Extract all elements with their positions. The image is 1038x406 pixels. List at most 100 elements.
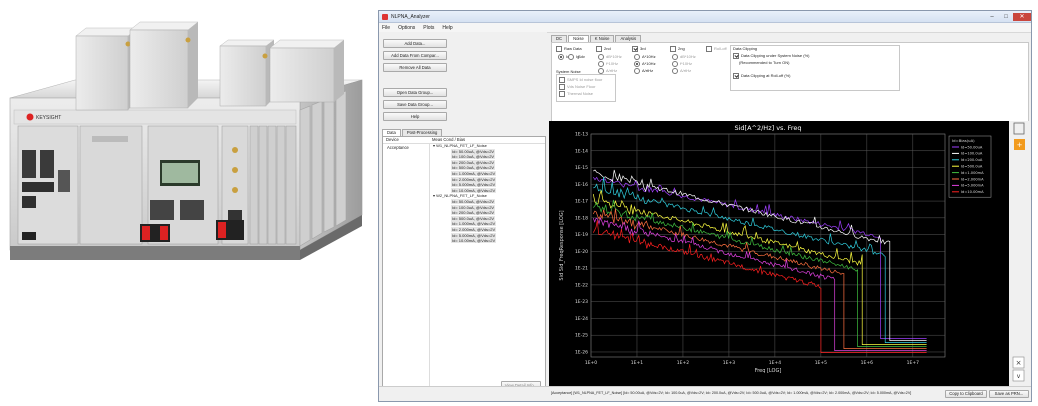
y-tick-label: 1E-26 [575,349,588,355]
option-label: A*10Hz [642,54,656,60]
legend-title: Id=Bias(uA) [952,138,975,143]
y-tick-label: 1E-24 [575,316,588,322]
radio-icon [634,54,640,60]
plot-sidebar: + × v [1009,121,1031,387]
y-tick-label: 1E-20 [575,249,588,255]
tab-post-processing[interactable]: Post-Processing [401,129,443,136]
add-data-from-compar-button[interactable]: Add Data From Compar... [383,51,447,60]
rolloff-checkbox[interactable]: Roll-off [706,46,727,52]
item-label: Id= 500.0uA, @Vds=2V [451,165,496,171]
harmonic-2ng-option-1[interactable]: dB*10Hz [672,54,696,60]
y-tick-label: 1E-21 [575,266,588,272]
chart-title: Sid[A^2/Hz] vs. Freq [735,124,802,132]
harmonic-2nd-checkbox[interactable]: 2nd [596,46,611,52]
harmonic-2nd-option-2[interactable]: f*10Hz [598,61,618,67]
harmonic-3rd-option-2[interactable]: A*10Hz [634,61,656,67]
radio-icon [568,54,574,60]
harmonic-3rd-option-3[interactable]: A/rtHz [634,68,653,74]
item-label: Id= 100.0uA, @Vds=2V [451,204,496,210]
item-label: Id= 2.000mA, @Vds=2V [451,226,497,232]
menu-file[interactable]: File [382,25,390,31]
tab-data[interactable]: Data [382,129,401,136]
minimize-icon[interactable]: – [985,13,999,21]
harmonic-3rd-checkbox[interactable]: 3rd [632,46,646,52]
legend-entry: Id=200.0uA [961,158,983,162]
remove-all-data-button[interactable]: Remove All Data [383,63,447,72]
series-line [593,177,927,343]
copy-plot-icon[interactable] [1013,122,1025,135]
clip-system-noise-checkbox[interactable]: Data Clipping under System Noise (%) [733,53,809,59]
thermal-noise-checkbox[interactable]: Thermal Noise [559,91,593,97]
tree-item[interactable]: Id= 10.00mA, @Vds=2V [433,238,541,244]
plot-area: Sid[A^2/Hz] vs. Freq 1E+0 1E+1 1E+2 1E+3 1E+4… [549,121,1009,387]
raw-data-checkbox[interactable]: Raw Data [556,46,582,52]
harmonic-2nd-option-1[interactable]: dB*10Hz [598,54,622,60]
option-label: dB*10Hz [680,54,696,60]
menu-plots[interactable]: Plots [423,25,434,31]
right-panel: DC Noise K Noise Analysis Raw Data Id Ig… [549,32,1031,387]
harmonic-2ng-option-2[interactable]: f*10Hz [672,61,692,67]
item-label: Id= 2.000mA, @Vds=2V [451,176,497,182]
open-data-group-button[interactable]: Open Data Group... [383,88,447,97]
option-label: A*10Hz [642,61,656,67]
column-device[interactable]: Device [383,137,429,143]
radio-icon [598,54,604,60]
item-label: Id= 200.0uA, @Vds=2V [451,159,496,165]
legend-entry: Id=50.00uA [961,145,983,149]
item-label: Id= 200.0uA, @Vds=2V [451,210,496,216]
help-button[interactable]: Help [383,112,447,121]
option-label: A/rtHz [642,68,654,74]
clip-rolloff-checkbox[interactable]: Data Clipping at Roll-off (%) [733,73,791,79]
x-tick-label: 1E+4 [769,360,781,366]
option-label: SMPS Id noise floor [567,77,603,83]
y-tick-label: 1E-23 [575,299,588,305]
save-as-prn-button[interactable]: Save as PRN... [989,390,1029,398]
save-data-group-button[interactable]: Save Data Group... [383,100,447,109]
series-line [593,176,927,339]
menu-options[interactable]: Options [398,25,415,31]
item-label: Id= 500.0uA, @Vds=2V [451,215,496,221]
y-tick-label: 1E-17 [575,199,588,205]
smps-noise-floor-checkbox[interactable]: SMPS Id noise floor [559,77,602,83]
tab-k-noise[interactable]: K Noise [589,35,615,42]
item-label: Id= 10.00mA, @Vds=2V [451,238,497,244]
maximize-icon[interactable]: □ [999,13,1013,21]
item-label: Id= 10.00mA, @Vds=2V [451,187,497,193]
tab-dc[interactable]: DC [551,35,568,42]
y-tick-label: 1E-25 [575,333,588,339]
raw-data-radio-sdv[interactable]: Sdv [578,54,585,59]
data-clipping-group [730,45,900,91]
check-icon [632,46,638,52]
x-tick-label: 1E+1 [631,360,643,366]
option-label: Roll-off [714,46,727,52]
x-tick-label: 1E+0 [585,360,597,366]
legend-entry: Id=10.00mA [961,190,984,194]
series-line [592,220,927,353]
harmonic-2ng-option-3[interactable]: A/rtHz [672,68,691,74]
device-name[interactable]: Acceptance [387,145,409,150]
check-icon [559,84,565,90]
option-label: f*10Hz [606,61,619,67]
tab-noise[interactable]: Noise [568,35,589,42]
group-label: W2_NLPNA_FET_LF_Noise [436,193,487,199]
chevron-down-icon: v [1017,373,1021,380]
y-axis-label: Sid Sid_FreqResponse [LOG] [559,210,565,280]
harmonic-3rd-option-1[interactable]: A*10Hz [634,54,656,60]
tab-analysis[interactable]: Analysis [615,35,642,42]
title-bar[interactable]: NLPNA_Analyzer – □ ✕ [379,11,1031,23]
harmonic-2nd-option-3[interactable]: A/rtHz [598,68,617,74]
add-data-button[interactable]: Add Data... [383,39,447,48]
legend-entry: Id=2.000mA [961,177,984,181]
x-tick-label: 1E+2 [677,360,689,366]
harmonic-2ng-checkbox[interactable]: 2ng [670,46,685,52]
copy-to-clipboard-button[interactable]: Copy to Clipboard [945,390,987,398]
option-label: 3rd [640,46,646,52]
svg-text:KEYSIGHT: KEYSIGHT [36,115,61,121]
vds-noise-floor-checkbox[interactable]: Vds Noise Floor [559,84,595,90]
y-tick-label: 1E-22 [575,282,588,288]
left-panel: Add Data... Add Data From Compar... Remo… [379,32,547,392]
close-icon[interactable]: ✕ [1013,12,1031,21]
radio-icon [598,68,604,74]
plus-icon: + [1017,141,1023,149]
menu-help[interactable]: Help [442,25,452,31]
